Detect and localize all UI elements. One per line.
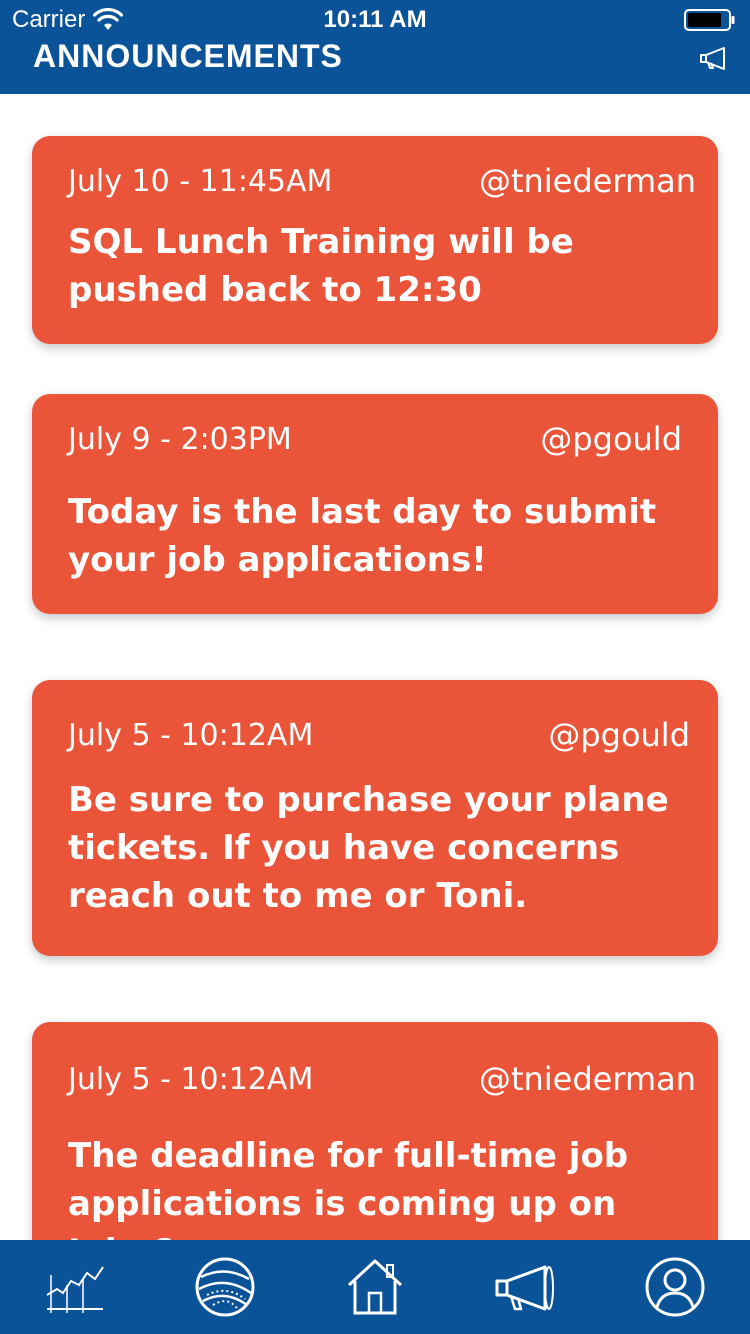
announcement-author[interactable]: @pgould xyxy=(548,716,690,754)
megaphone-icon[interactable] xyxy=(698,44,732,72)
announcement-date: July 5 - 10:12AM xyxy=(68,1062,314,1097)
tab-profile[interactable] xyxy=(640,1254,710,1320)
header-bar: Carrier 10:11 AM ANNOUNCEMENTS xyxy=(0,0,750,94)
home-icon xyxy=(347,1259,403,1315)
announcement-feed[interactable]: July 10 - 11:45AM @tniederman SQL Lunch … xyxy=(0,94,750,1240)
announcement-author[interactable]: @tniederman xyxy=(479,162,696,200)
announcement-message: Today is the last day to submit your job… xyxy=(68,492,657,580)
page-title: ANNOUNCEMENTS xyxy=(33,38,343,74)
battery-icon xyxy=(684,9,735,31)
stocks-chart-icon xyxy=(46,1266,104,1313)
announcement-date: July 9 - 2:03PM xyxy=(68,422,292,457)
announcement-message: The deadline for full-time job applicati… xyxy=(68,1136,629,1240)
announcement-date: July 10 - 11:45AM xyxy=(68,164,333,199)
announcement-message: SQL Lunch Training will be pushed back t… xyxy=(68,222,574,310)
announcement-card[interactable]: July 9 - 2:03PM @pgould Today is the las… xyxy=(32,394,718,614)
status-time: 10:11 AM xyxy=(323,6,427,33)
tab-stocks[interactable] xyxy=(40,1254,110,1320)
announcement-card[interactable]: July 5 - 10:12AM @tniederman The deadlin… xyxy=(32,1022,718,1240)
tab-announcements[interactable] xyxy=(490,1254,560,1320)
announcement-message: Be sure to purchase your plane tickets. … xyxy=(68,780,669,916)
profile-icon xyxy=(645,1257,705,1317)
tab-globe[interactable] xyxy=(190,1254,260,1320)
announcement-card[interactable]: July 5 - 10:12AM @pgould Be sure to purc… xyxy=(32,680,718,956)
announcements-screen: Carrier 10:11 AM ANNOUNCEMENTS July 10 -… xyxy=(0,0,750,1334)
announcement-author[interactable]: @pgould xyxy=(540,420,682,458)
announcement-author[interactable]: @tniederman xyxy=(479,1060,696,1098)
tab-home[interactable] xyxy=(340,1254,410,1320)
globe-icon xyxy=(195,1257,255,1317)
announcement-date: July 5 - 10:12AM xyxy=(68,718,314,753)
megaphone-icon xyxy=(495,1265,554,1311)
announcement-card[interactable]: July 10 - 11:45AM @tniederman SQL Lunch … xyxy=(32,136,718,344)
tab-bar xyxy=(0,1240,750,1334)
